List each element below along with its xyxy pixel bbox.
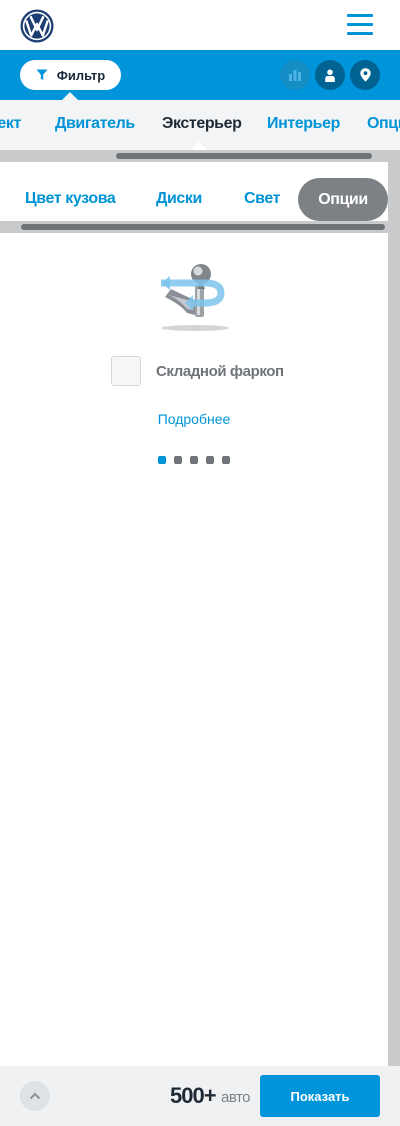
- subtab-body-color[interactable]: Цвет кузова: [25, 190, 116, 208]
- panel-scroll-track[interactable]: [388, 162, 400, 1066]
- results-footer: 500+ авто Показать: [0, 1066, 400, 1126]
- option-label: Складной фаркоп: [156, 363, 284, 380]
- carousel-dot[interactable]: [158, 456, 166, 464]
- carousel-dot[interactable]: [222, 456, 230, 464]
- tab-engine[interactable]: Двигатель: [55, 115, 135, 133]
- user-icon: [325, 69, 335, 82]
- hamburger-menu-icon[interactable]: [347, 14, 373, 36]
- filter-bar: Фильтр: [0, 50, 400, 100]
- scroll-top-button[interactable]: [20, 1081, 50, 1111]
- active-tab-caret: [191, 142, 207, 150]
- location-pin-icon: [359, 68, 371, 82]
- results-count-unit: авто: [221, 1089, 251, 1106]
- location-button[interactable]: [350, 60, 380, 90]
- exterior-panel: Цвет кузова Диски Свет Опции Складной фа…: [0, 162, 388, 1066]
- results-count: 500+: [170, 1083, 217, 1108]
- user-button[interactable]: [315, 60, 345, 90]
- tab-options[interactable]: Опции: [367, 115, 400, 133]
- tabs-scrollbar[interactable]: [116, 153, 372, 159]
- carousel-dot[interactable]: [206, 456, 214, 464]
- subtabs-scrollbar[interactable]: [21, 224, 385, 230]
- carousel-dot[interactable]: [174, 456, 182, 464]
- tab-object[interactable]: ьект: [0, 115, 21, 133]
- tow-hitch-icon: [161, 264, 229, 331]
- tab-interior[interactable]: Интерьер: [267, 115, 340, 133]
- filter-button-label: Фильтр: [56, 67, 106, 83]
- funnel-icon: [36, 69, 48, 80]
- filter-button[interactable]: Фильтр: [20, 60, 121, 90]
- carousel-dot[interactable]: [190, 456, 198, 464]
- compare-button[interactable]: [280, 60, 310, 90]
- carousel-pagination: [158, 456, 230, 464]
- show-results-button[interactable]: Показать: [260, 1075, 380, 1117]
- app-header: [0, 0, 400, 50]
- volkswagen-logo-icon[interactable]: [20, 9, 54, 43]
- chevron-up-icon: [29, 1092, 41, 1100]
- subtab-wheels[interactable]: Диски: [156, 190, 202, 208]
- folding-towbar-checkbox[interactable]: [111, 356, 141, 386]
- more-details-link[interactable]: Подробнее: [0, 411, 388, 427]
- subtab-lights[interactable]: Свет: [244, 190, 281, 208]
- filter-caret: [62, 92, 78, 100]
- tab-exterior[interactable]: Экстерьер: [162, 115, 242, 133]
- bar-chart-icon: [289, 70, 301, 81]
- subtab-options[interactable]: Опции: [298, 178, 388, 221]
